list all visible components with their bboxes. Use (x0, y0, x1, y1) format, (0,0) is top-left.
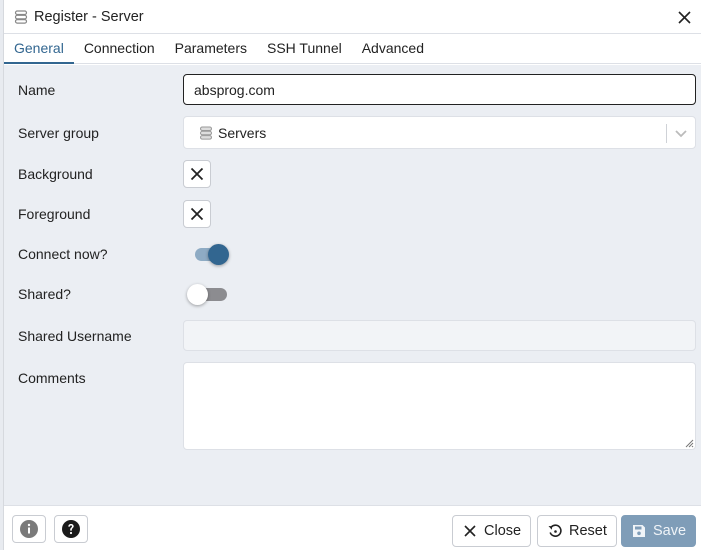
help-button[interactable] (54, 515, 88, 543)
server-group-icon (199, 126, 213, 140)
shared-row: Shared? (4, 282, 701, 306)
shared-label: Shared? (18, 286, 71, 302)
general-form: Name absprog.com Server group Servers Ba… (4, 65, 701, 505)
name-row: Name absprog.com (4, 74, 701, 105)
save-icon (631, 523, 647, 539)
close-icon (462, 523, 478, 539)
background-color-button[interactable] (183, 160, 211, 188)
select-separator (666, 124, 667, 143)
background-label: Background (18, 166, 93, 182)
server-group-row: Server group Servers (4, 116, 701, 149)
connect-now-label: Connect now? (18, 246, 108, 262)
dialog-titlebar[interactable]: Register - Server (4, 0, 701, 34)
connect-now-toggle[interactable] (188, 242, 229, 266)
comments-textarea[interactable] (183, 362, 696, 450)
name-input[interactable]: absprog.com (183, 74, 696, 105)
server-group-select[interactable]: Servers (183, 116, 696, 149)
background-row: Background (4, 160, 701, 188)
tab-parameters[interactable]: Parameters (165, 40, 257, 63)
close-icon[interactable] (675, 8, 693, 26)
info-icon (20, 520, 38, 538)
info-button[interactable] (12, 515, 46, 543)
clear-color-icon (190, 167, 204, 181)
shared-toggle[interactable] (187, 282, 227, 306)
comments-label: Comments (18, 370, 86, 386)
shared-username-label: Shared Username (18, 327, 132, 344)
shared-username-row: Shared Username (4, 320, 701, 351)
save-button[interactable]: Save (621, 515, 697, 547)
close-button[interactable]: Close (452, 515, 532, 547)
foreground-color-button[interactable] (183, 200, 211, 228)
close-button-label: Close (484, 523, 522, 539)
dialog-footer: Close Reset Save (4, 505, 701, 550)
foreground-row: Foreground (4, 200, 701, 228)
tab-bar: General Connection Parameters SSH Tunnel… (4, 34, 701, 64)
shared-username-input[interactable] (183, 320, 696, 351)
reset-button[interactable]: Reset (537, 515, 617, 547)
register-server-dialog: Register - Server General Connection Par… (3, 0, 701, 550)
server-icon (14, 9, 28, 24)
clear-color-icon (190, 207, 204, 221)
resize-grip-icon[interactable] (684, 438, 694, 448)
tab-advanced[interactable]: Advanced (352, 40, 434, 63)
dialog-title: Register - Server (34, 8, 144, 25)
toggle-knob (187, 284, 208, 305)
toggle-knob (208, 244, 229, 265)
save-button-label: Save (653, 523, 687, 539)
tab-ssh-tunnel[interactable]: SSH Tunnel (257, 40, 352, 63)
reset-button-label: Reset (569, 523, 607, 539)
chevron-down-icon[interactable] (674, 126, 688, 140)
tab-general[interactable]: General (4, 40, 74, 64)
foreground-label: Foreground (18, 206, 91, 222)
help-icon (62, 520, 80, 538)
reset-icon (547, 523, 563, 539)
tab-connection[interactable]: Connection (74, 40, 165, 63)
server-group-label: Server group (18, 124, 99, 141)
connect-now-row: Connect now? (4, 242, 701, 266)
server-group-value: Servers (218, 124, 267, 141)
name-label: Name (18, 81, 56, 98)
